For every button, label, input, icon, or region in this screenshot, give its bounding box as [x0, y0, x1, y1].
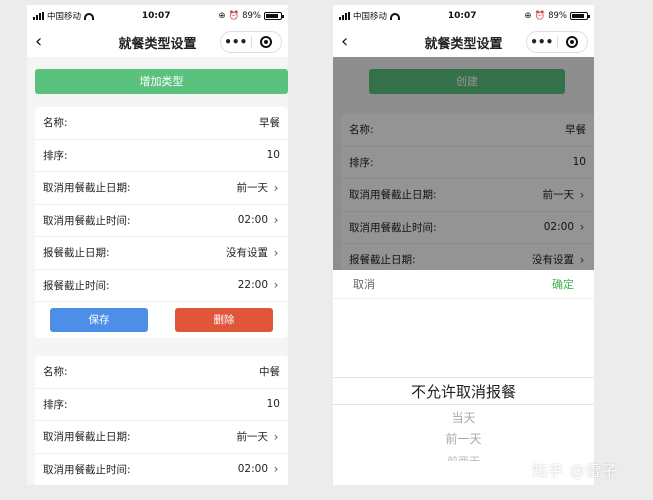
navigation-bar: ‹ 就餐类型设置 ••• [27, 27, 288, 57]
form-row-picker[interactable]: 报餐截止时间: 22:00 › [35, 270, 288, 302]
close-mini-program-button[interactable] [558, 36, 588, 48]
battery-icon [569, 12, 590, 20]
target-circle-icon [260, 36, 273, 48]
delete-button[interactable]: 删除 [175, 308, 273, 332]
row-label: 取消用餐截止日期: [43, 431, 131, 444]
signal-icon [33, 12, 44, 20]
chevron-right-icon: › [273, 278, 279, 293]
row-label: 排序: [43, 149, 68, 162]
meal-type-card-lunch: 名称: 中餐 排序: 10 取消用餐截止日期: 前一天 › 取消用餐截止时间: 0… [35, 356, 288, 485]
mini-program-capsule: ••• [220, 31, 282, 53]
row-value: 没有设置 [226, 247, 268, 260]
picker-column[interactable]: 不允许取消报餐 当天 前一天 前两天 [333, 377, 594, 461]
status-time: 10:07 [447, 11, 477, 21]
wifi-icon [390, 12, 401, 20]
lock-rotation-icon: ⊕ [524, 11, 532, 21]
mini-program-capsule: ••• [526, 31, 588, 53]
form-row: 排序: 10 [35, 140, 288, 172]
form-row-picker[interactable]: 取消用餐截止时间: 02:00 › [35, 454, 288, 486]
row-value: 02:00 [237, 463, 268, 476]
chevron-right-icon: › [273, 462, 279, 477]
back-icon[interactable]: ‹ [35, 33, 49, 51]
form-row-picker[interactable]: 取消用餐截止时间: 02:00 › [35, 205, 288, 237]
battery-icon [263, 12, 284, 20]
chevron-right-icon: › [273, 213, 279, 228]
row-label: 取消用餐截止时间: [43, 214, 131, 227]
row-value[interactable]: 10 [267, 398, 280, 410]
lock-rotation-icon: ⊕ [218, 11, 226, 21]
alarm-icon: ⏰ [534, 11, 546, 21]
close-mini-program-button[interactable] [252, 36, 282, 48]
wifi-icon [84, 12, 95, 20]
row-value: 02:00 [237, 214, 268, 227]
picker-option[interactable]: 当天 [333, 409, 594, 426]
picker-sheet: 取消 确定 不允许取消报餐 当天 前一天 前两天 [333, 270, 594, 485]
signal-icon [339, 12, 350, 20]
picker-header: 取消 确定 [333, 270, 594, 299]
picker-confirm-button[interactable]: 确定 [552, 276, 574, 292]
chevron-right-icon: › [273, 180, 279, 195]
row-value[interactable]: 10 [267, 149, 280, 161]
row-label: 名称: [43, 366, 68, 379]
form-row-picker[interactable]: 取消用餐截止日期: 前一天 › [35, 172, 288, 205]
form-row-picker[interactable]: 取消用餐截止日期: 前一天 › [35, 421, 288, 454]
row-value: 前一天 [236, 431, 269, 444]
status-time: 10:07 [141, 11, 171, 21]
more-dots-icon[interactable]: ••• [221, 32, 251, 52]
chevron-right-icon: › [273, 245, 279, 260]
form-row: 名称: 中餐 [35, 356, 288, 389]
more-dots-icon[interactable]: ••• [527, 32, 557, 52]
form-row-picker[interactable]: 报餐截止日期: 没有设置 › [35, 237, 288, 270]
navigation-bar: ‹ 就餐类型设置 ••• [333, 27, 594, 57]
modal-mask[interactable] [333, 57, 594, 270]
row-label: 取消用餐截止日期: [43, 182, 131, 195]
status-bar: 中国移动 10:07 ⊕ ⏰ 89% [27, 5, 288, 27]
carrier-label: 中国移动 [47, 12, 82, 22]
row-value[interactable]: 早餐 [259, 115, 280, 130]
form-row: 排序: 10 [35, 389, 288, 421]
row-label: 排序: [43, 398, 68, 411]
phone-screen-left: 中国移动 10:07 ⊕ ⏰ 89% ‹ 就餐类型设置 ••• 增加类型 名称:… [27, 5, 288, 485]
form-row: 名称: 早餐 [35, 107, 288, 140]
alarm-icon: ⏰ [228, 11, 240, 21]
picker-selected-option[interactable]: 不允许取消报餐 [333, 377, 594, 405]
back-icon[interactable]: ‹ [341, 33, 355, 51]
picker-option[interactable]: 前一天 [333, 430, 594, 447]
row-label: 报餐截止时间: [43, 279, 110, 292]
carrier-label: 中国移动 [353, 12, 388, 22]
row-label: 报餐截止日期: [43, 247, 110, 260]
battery-percent: 89% [548, 11, 567, 21]
watermark: 知乎 @雷子 [532, 462, 618, 480]
row-label: 名称: [43, 117, 68, 130]
row-value[interactable]: 中餐 [259, 364, 280, 379]
phone-screen-right: 中国移动 10:07 ⊕ ⏰ 89% ‹ 就餐类型设置 ••• 创建 名称: 早… [333, 5, 594, 485]
row-value: 前一天 [236, 182, 269, 195]
add-type-button[interactable]: 增加类型 [35, 69, 288, 94]
meal-type-card-breakfast: 名称: 早餐 排序: 10 取消用餐截止日期: 前一天 › 取消用餐截止时间: 0… [35, 107, 288, 338]
chevron-right-icon: › [273, 429, 279, 444]
save-button[interactable]: 保存 [50, 308, 148, 332]
row-label: 取消用餐截止时间: [43, 463, 131, 476]
picker-cancel-button[interactable]: 取消 [353, 276, 375, 292]
status-bar: 中国移动 10:07 ⊕ ⏰ 89% [333, 5, 594, 27]
battery-percent: 89% [242, 11, 261, 21]
card-actions: 保存 删除 [35, 302, 288, 338]
row-value: 22:00 [237, 279, 268, 292]
target-circle-icon [566, 36, 579, 48]
